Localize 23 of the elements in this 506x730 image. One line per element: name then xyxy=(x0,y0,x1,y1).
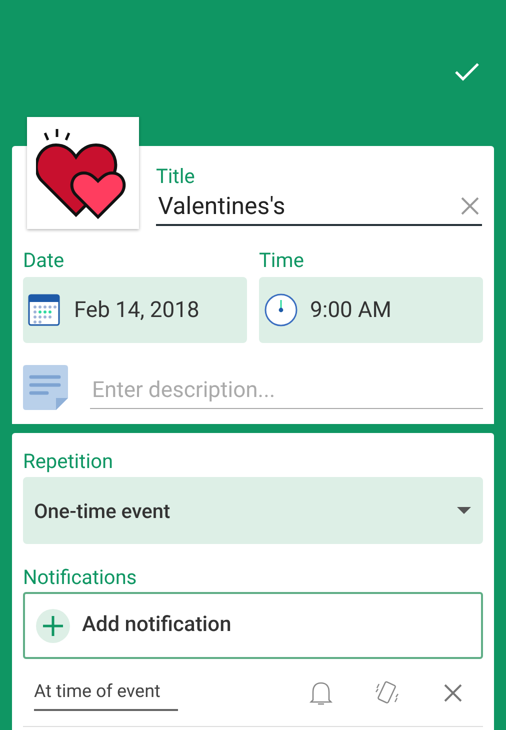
remove-icon[interactable] xyxy=(444,684,462,702)
clock-icon xyxy=(264,293,298,327)
clear-icon[interactable] xyxy=(460,196,480,216)
repetition-label: Repetition xyxy=(23,448,114,474)
date-label: Date xyxy=(23,248,66,272)
time-label: Time xyxy=(259,248,305,272)
vibrate-icon[interactable] xyxy=(375,680,399,706)
calendar-icon xyxy=(28,294,60,326)
notification-time-field[interactable]: At time of event xyxy=(34,678,178,711)
add-notification-button[interactable]: Add notification xyxy=(23,592,483,659)
description-field[interactable]: Enter description... xyxy=(90,372,483,408)
checkmark-icon[interactable] xyxy=(454,61,480,83)
time-field[interactable]: 9:00 AM xyxy=(259,277,483,343)
notifications-label: Notifications xyxy=(23,564,138,590)
date-field[interactable]: Feb 14, 2018 xyxy=(23,277,247,343)
note-icon xyxy=(23,365,68,410)
title-label: Title xyxy=(156,164,196,188)
repetition-dropdown[interactable]: One-time event xyxy=(23,477,483,544)
dropdown-caret-icon xyxy=(457,507,471,514)
event-image-card[interactable] xyxy=(27,117,139,229)
plus-icon xyxy=(36,608,70,642)
bell-icon[interactable] xyxy=(309,680,333,706)
title-field[interactable]: Valentines's xyxy=(156,188,482,226)
